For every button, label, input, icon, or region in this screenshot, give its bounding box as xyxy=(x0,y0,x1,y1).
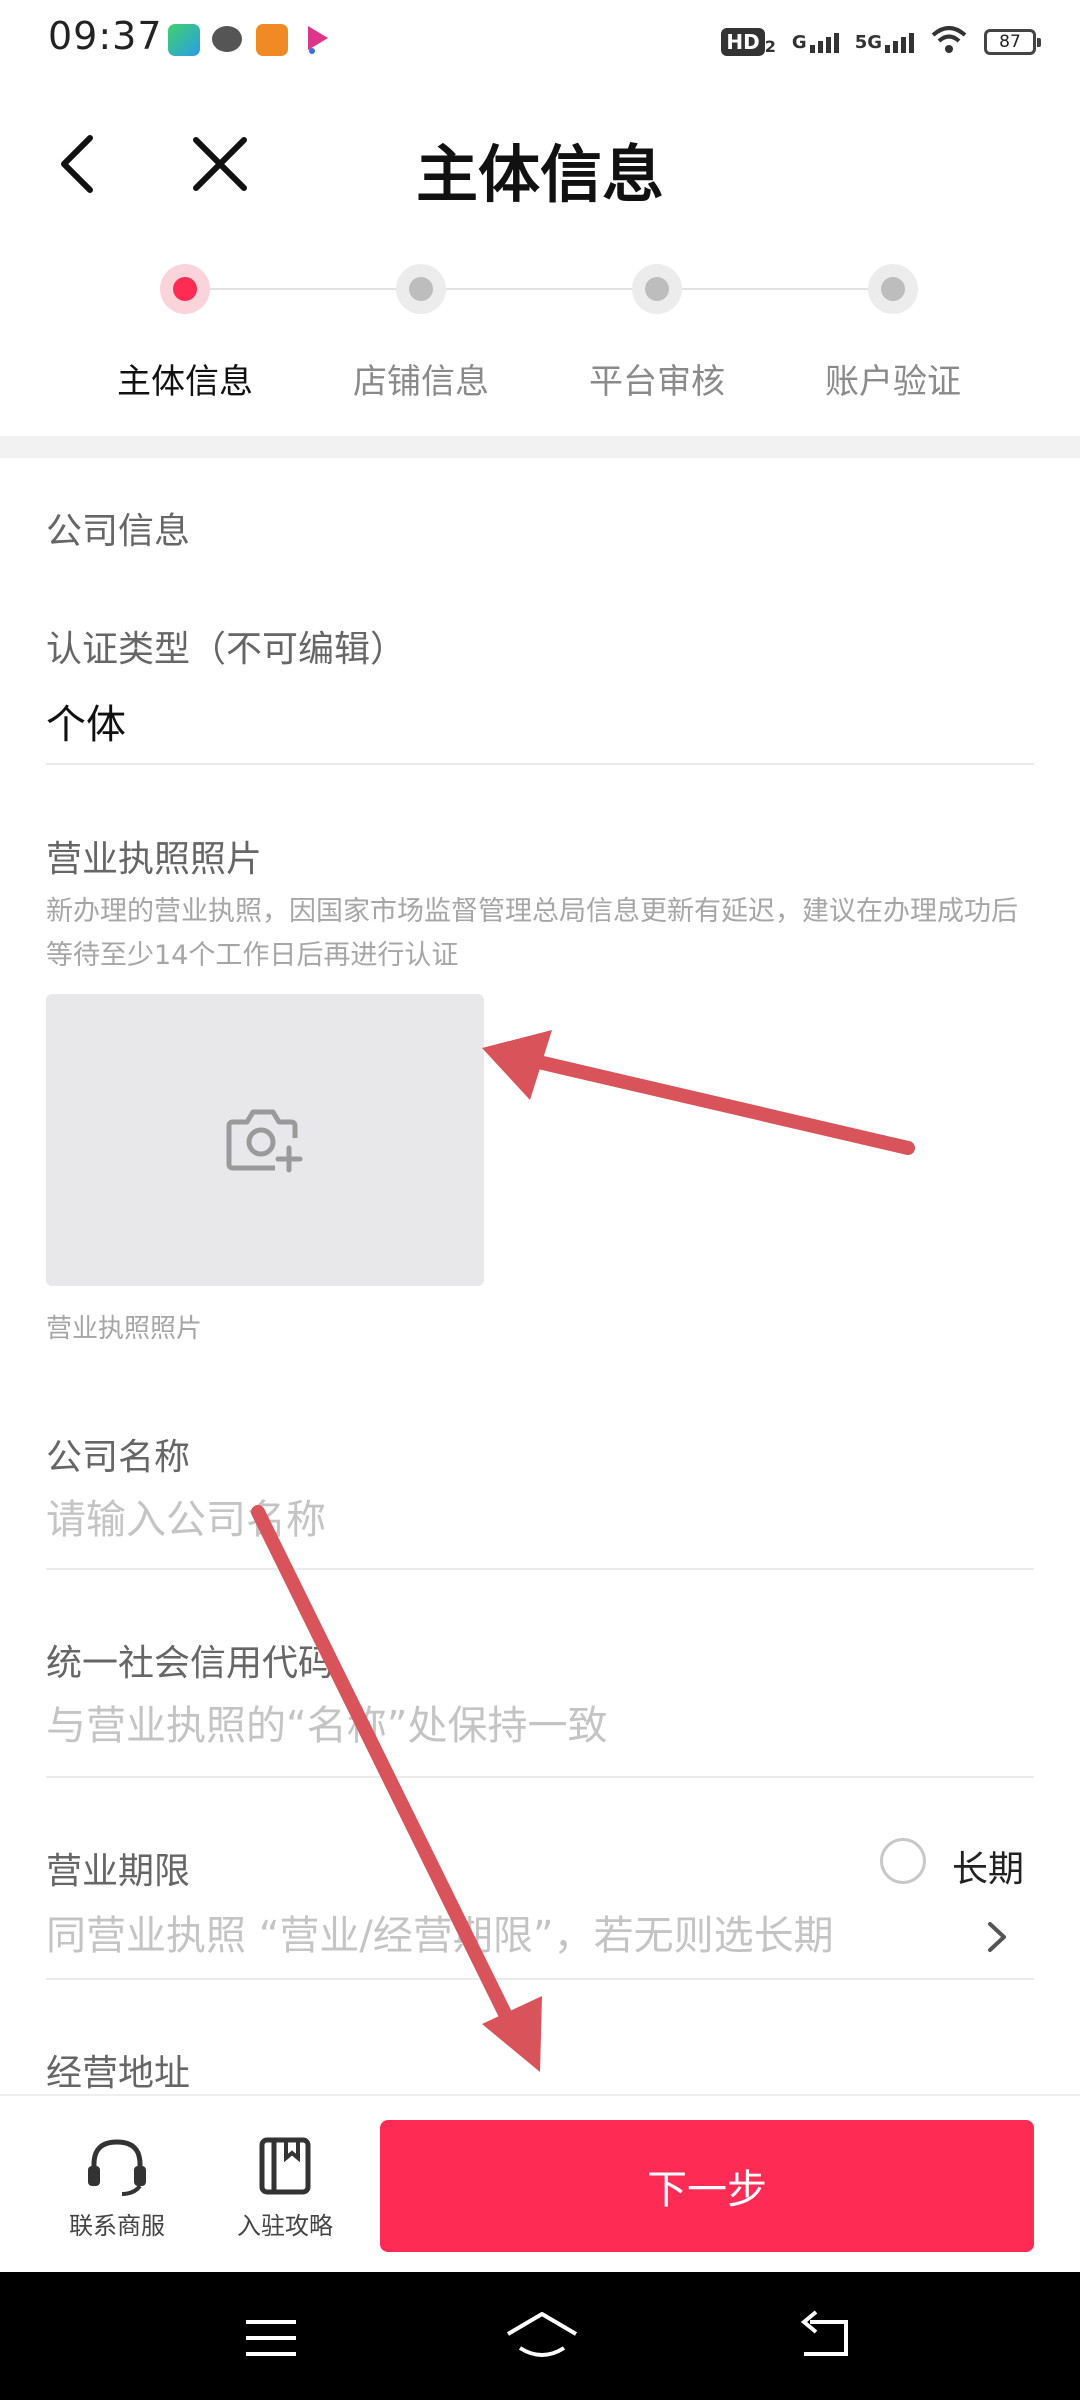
step-dot-4 xyxy=(868,264,918,314)
step-dot-2 xyxy=(396,264,446,314)
chevron-right-icon xyxy=(988,1922,1006,1952)
nav-home-button[interactable] xyxy=(504,2308,578,2368)
network-type-1: G xyxy=(791,31,807,53)
onboarding-guide-button[interactable]: 入驻攻略 xyxy=(210,2136,360,2241)
iqiyi-app-icon xyxy=(168,24,200,56)
step-dot-1 xyxy=(160,264,210,314)
page-title: 主体信息 xyxy=(415,138,664,211)
license-label: 营业执照照片 xyxy=(46,839,263,880)
message-app-icon xyxy=(212,26,242,52)
video-app-icon xyxy=(302,24,332,56)
nav-menu-button[interactable] xyxy=(236,2308,306,2368)
company-name-input[interactable] xyxy=(46,1492,966,1548)
long-term-radio[interactable] xyxy=(880,1838,926,1884)
step-label-1: 主体信息 xyxy=(117,362,253,402)
system-nav-bar xyxy=(0,2272,1080,2400)
section-divider xyxy=(0,436,1080,458)
headset-icon xyxy=(88,2139,146,2196)
store-app-icon xyxy=(256,24,288,56)
battery-icon: 87 xyxy=(984,29,1041,55)
hd-sub: 2 xyxy=(764,37,776,56)
contact-service-label: 联系商服 xyxy=(69,2212,165,2240)
home-icon xyxy=(506,2312,578,2357)
hd-volte-icon: HD 2 xyxy=(721,28,776,56)
bottom-action-bar: 联系商服 入驻攻略 下一步 xyxy=(0,2094,1080,2272)
step-connector xyxy=(682,288,868,290)
license-hint: 新办理的营业执照，因国家市场监督管理总局信息更新有延迟，建议在办理成功后等待至少… xyxy=(46,896,1018,971)
credit-code-input[interactable] xyxy=(46,1698,966,1754)
section-title: 公司信息 xyxy=(46,511,191,552)
status-icons: HD 2 G 5G 87 xyxy=(721,22,1041,62)
business-term-input[interactable] xyxy=(46,1908,946,1964)
status-time: 09:37 xyxy=(48,14,163,58)
address-label: 经营地址 xyxy=(46,2053,191,2094)
network-type-2: 5G xyxy=(854,31,882,53)
step-connector xyxy=(210,288,396,290)
signal-icon-1: G xyxy=(792,32,839,53)
credit-code-label: 统一社会信用代码 xyxy=(46,1643,335,1684)
step-label-4: 账户验证 xyxy=(825,362,961,402)
next-step-button[interactable]: 下一步 xyxy=(380,2120,1034,2252)
hd-badge: HD xyxy=(721,28,765,56)
step-dot-3 xyxy=(632,264,682,314)
license-upload[interactable] xyxy=(46,994,484,1286)
business-term-label: 营业期限 xyxy=(46,1851,191,1892)
cert-type-label: 认证类型（不可编辑） xyxy=(46,629,407,670)
field-divider xyxy=(46,763,1034,765)
back-arrow-icon xyxy=(800,2310,848,2356)
business-term-picker[interactable] xyxy=(980,1912,1014,1962)
step-label-3: 平台审核 xyxy=(589,362,725,402)
annotation-arrow-next xyxy=(251,1505,542,2072)
company-name-label: 公司名称 xyxy=(46,1437,191,1478)
book-icon xyxy=(259,2137,311,2195)
step-label-2: 店铺信息 xyxy=(353,362,489,402)
field-divider xyxy=(46,1776,1034,1778)
annotation-arrow-upload xyxy=(482,1030,915,1155)
camera-plus-icon xyxy=(226,1109,303,1173)
wifi-icon xyxy=(930,25,968,59)
signal-icon-2: 5G xyxy=(855,32,914,53)
menu-icon xyxy=(246,2320,296,2356)
onboarding-guide-label: 入驻攻略 xyxy=(237,2212,333,2240)
step-connector xyxy=(446,288,632,290)
contact-service-button[interactable]: 联系商服 xyxy=(42,2136,192,2241)
nav-back-button[interactable] xyxy=(790,2308,860,2368)
cert-type-value: 个体 xyxy=(46,702,126,748)
status-bar: 09:37 HD 2 G 5G 87 xyxy=(0,0,1080,84)
header: 主体信息 xyxy=(0,84,1080,244)
field-divider xyxy=(46,1568,1034,1570)
progress-stepper: 主体信息 店铺信息 平台审核 账户验证 xyxy=(0,258,1080,428)
field-divider xyxy=(46,1978,1034,1980)
upload-caption: 营业执照照片 xyxy=(46,1314,203,1344)
long-term-label[interactable]: 长期 xyxy=(952,1840,1024,1892)
